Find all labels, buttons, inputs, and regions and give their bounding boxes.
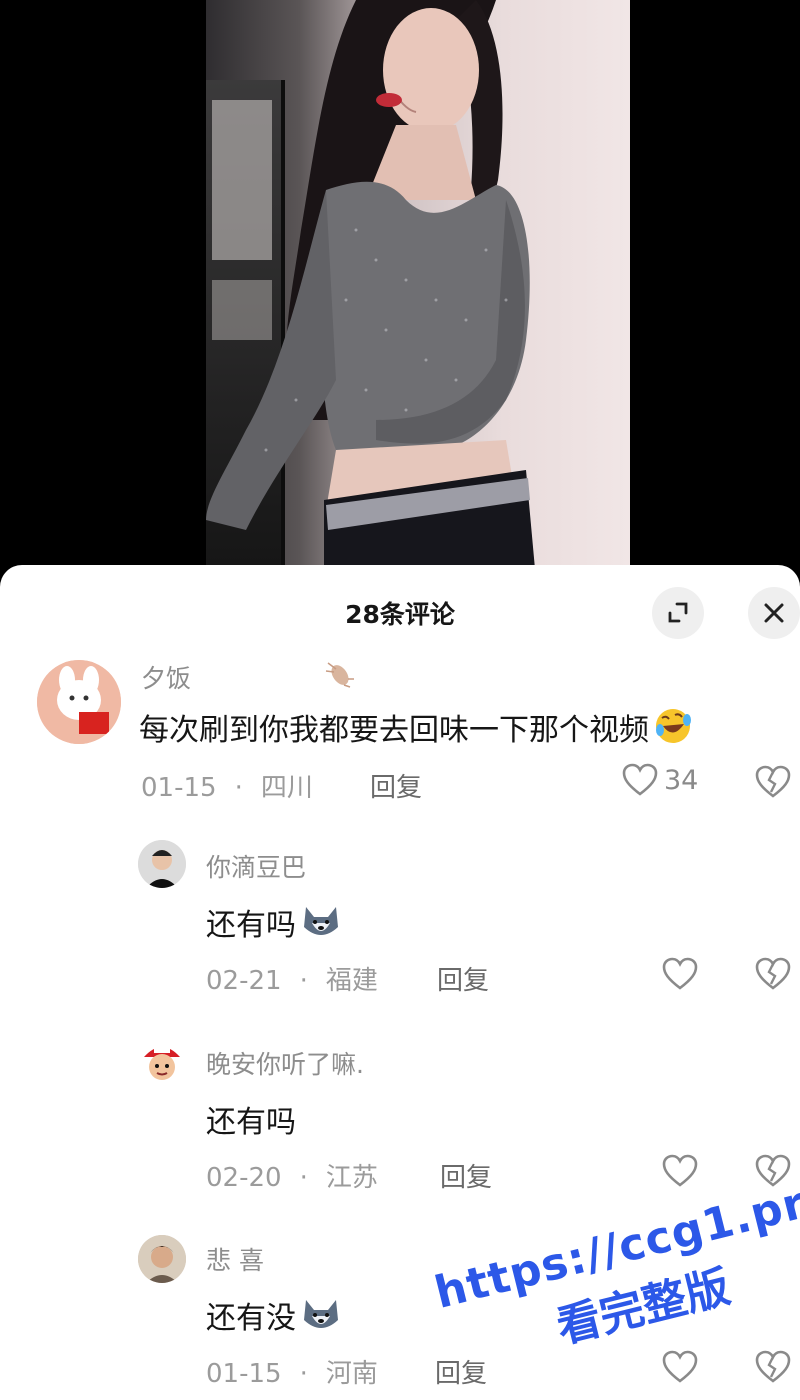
reply-button[interactable]: 回复	[370, 767, 422, 804]
comment-location: 江苏	[325, 1163, 378, 1193]
like-button[interactable]	[662, 1350, 698, 1384]
avatar[interactable]	[37, 660, 121, 744]
username[interactable]: 晚安你听了嘛.	[206, 1045, 364, 1081]
comment-text: 还有吗	[206, 900, 342, 949]
comment-text: 还有没	[206, 1293, 342, 1342]
heart-icon	[622, 763, 658, 796]
comment-location: 四川	[260, 773, 313, 803]
username[interactable]: 你滴豆巴	[206, 848, 306, 884]
comment-meta: 01-15 · 四川	[141, 767, 313, 804]
comment-date: 01-15	[206, 1359, 282, 1389]
comment-item: 夕饭 每次刷到你我都要去回味一下那个视频 01-15 · 四川 回复 34	[0, 655, 800, 815]
close-icon	[764, 603, 784, 623]
heart-icon	[662, 1350, 698, 1383]
husky-dog-emoji	[300, 901, 342, 949]
comments-header: 28条评论	[0, 565, 800, 661]
comment-date: 01-15	[141, 773, 217, 803]
dislike-button[interactable]	[755, 765, 791, 803]
separator-dot: ·	[299, 1359, 308, 1389]
reply-item: 你滴豆巴 还有吗 02-21 · 福建 回复	[0, 840, 800, 1015]
comment-location: 福建	[325, 966, 378, 996]
dislike-button[interactable]	[755, 957, 791, 995]
separator-dot: ·	[234, 773, 243, 803]
expand-icon	[668, 602, 688, 623]
avatar[interactable]	[138, 1037, 186, 1085]
avatar[interactable]	[138, 1235, 186, 1283]
comment-text: 还有吗	[206, 1105, 296, 1140]
username[interactable]: 夕饭	[141, 659, 191, 695]
like-count: 34	[664, 764, 699, 796]
husky-dog-emoji	[300, 1294, 342, 1342]
broken-heart-icon	[755, 957, 791, 990]
comment-location: 河南	[325, 1359, 378, 1389]
close-button[interactable]	[748, 587, 800, 639]
video-figure-image	[206, 0, 536, 580]
bug-badge-icon	[325, 662, 354, 688]
video-player[interactable]	[0, 0, 800, 580]
comment-date: 02-20	[206, 1163, 282, 1193]
comment-meta: 02-20 · 江苏	[206, 1157, 378, 1194]
broken-heart-icon	[755, 1350, 791, 1383]
heart-icon	[662, 957, 698, 990]
like-button[interactable]: 34	[622, 763, 698, 797]
broken-heart-icon	[755, 765, 791, 798]
username[interactable]: 悲 喜	[206, 1241, 264, 1277]
separator-dot: ·	[299, 1163, 308, 1193]
comment-meta: 01-15 · 河南	[206, 1353, 378, 1390]
comment-text: 每次刷到你我都要去回味一下那个视频	[139, 705, 693, 754]
comment-meta: 02-21 · 福建	[206, 960, 378, 997]
avatar[interactable]	[138, 840, 186, 888]
separator-dot: ·	[299, 966, 308, 996]
like-button[interactable]	[662, 957, 698, 991]
video-frame[interactable]	[206, 0, 630, 580]
reply-button[interactable]: 回复	[437, 960, 489, 997]
reply-button[interactable]: 回复	[440, 1157, 492, 1194]
rolling-laughing-emoji	[653, 706, 693, 754]
dislike-button[interactable]	[755, 1350, 791, 1388]
expand-button[interactable]	[652, 587, 704, 639]
comment-date: 02-21	[206, 966, 282, 996]
